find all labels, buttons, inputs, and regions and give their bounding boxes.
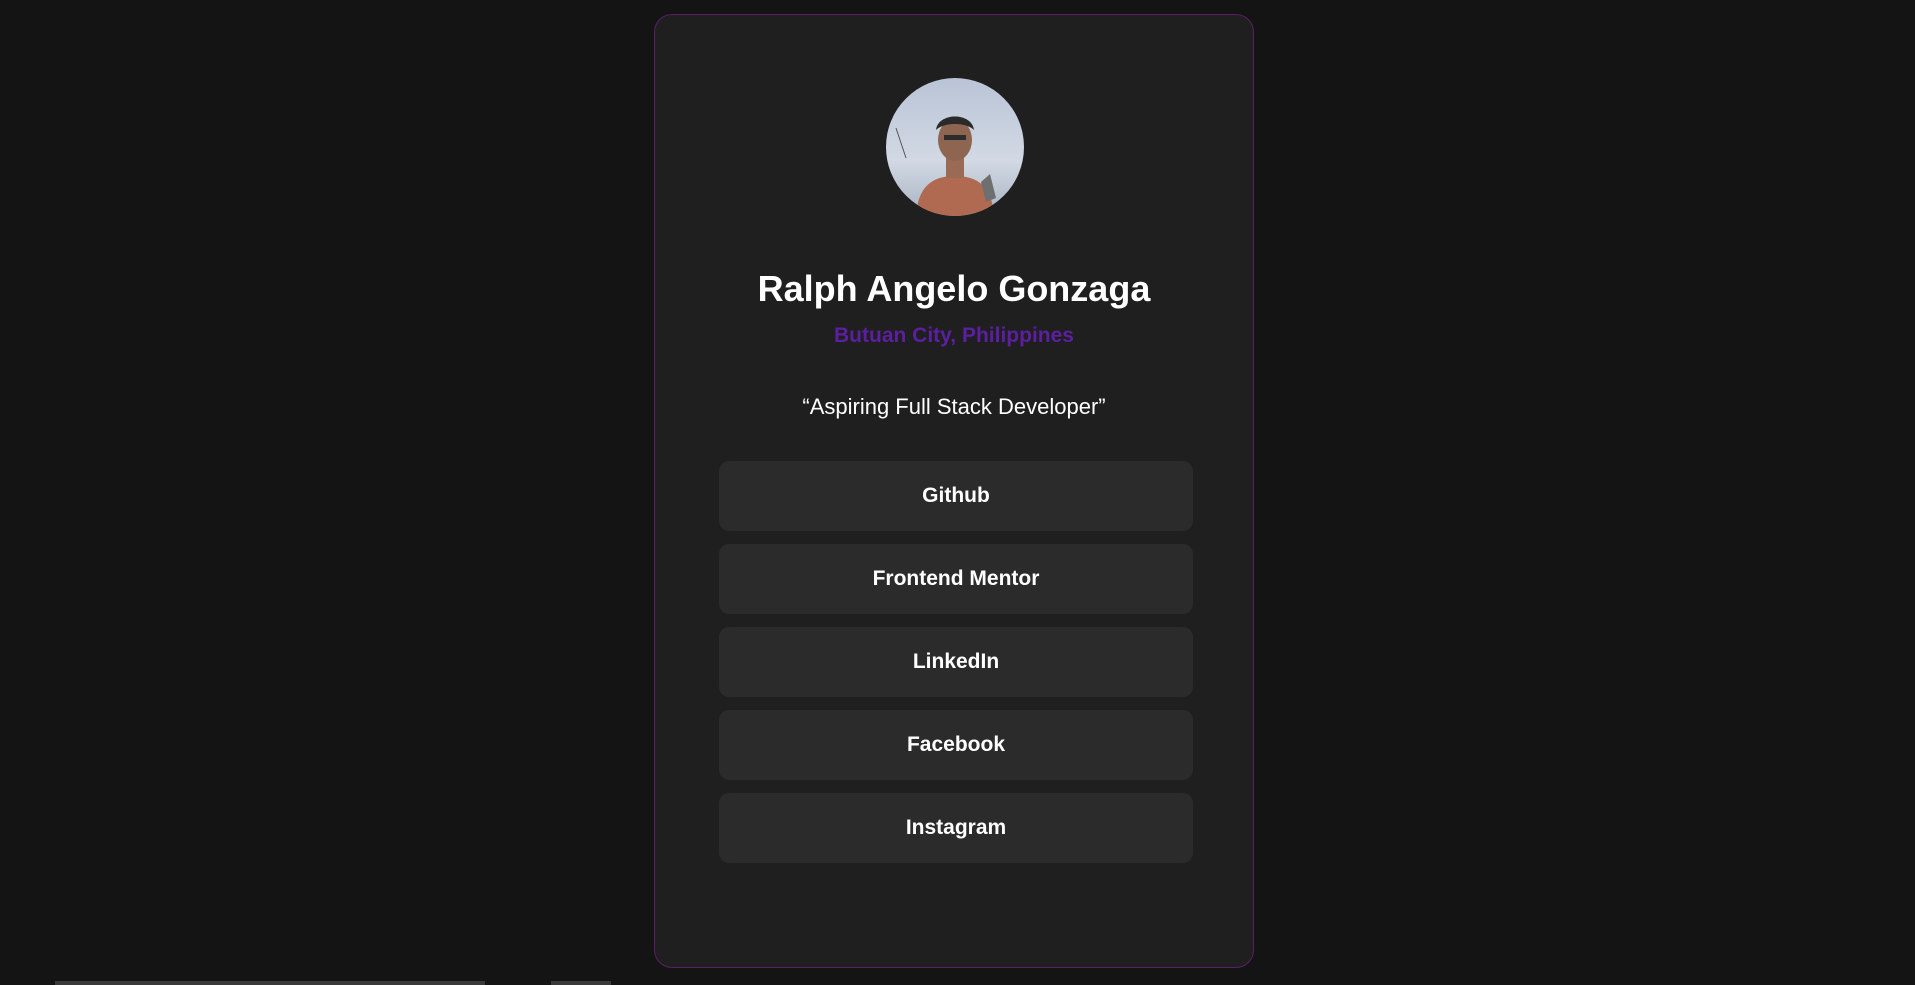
social-links-list: Github Frontend Mentor LinkedIn Facebook…: [719, 461, 1193, 876]
profile-name: Ralph Angelo Gonzaga: [757, 268, 1151, 309]
avatar: [886, 78, 1024, 216]
github-link-button[interactable]: Github: [719, 461, 1193, 531]
profile-card: Ralph Angelo Gonzaga Butuan City, Philip…: [654, 14, 1254, 968]
horizontal-scrollbar-thumb[interactable]: [551, 981, 611, 985]
profile-bio: “Aspiring Full Stack Developer”: [802, 394, 1106, 419]
profile-location: Butuan City, Philippines: [834, 324, 1074, 347]
linkedin-link-button[interactable]: LinkedIn: [719, 627, 1193, 697]
facebook-link-button[interactable]: Facebook: [719, 710, 1193, 780]
avatar-photo: [886, 78, 1024, 216]
instagram-link-button[interactable]: Instagram: [719, 793, 1193, 863]
horizontal-scrollbar-track[interactable]: [55, 981, 485, 985]
frontend-mentor-link-button[interactable]: Frontend Mentor: [719, 544, 1193, 614]
